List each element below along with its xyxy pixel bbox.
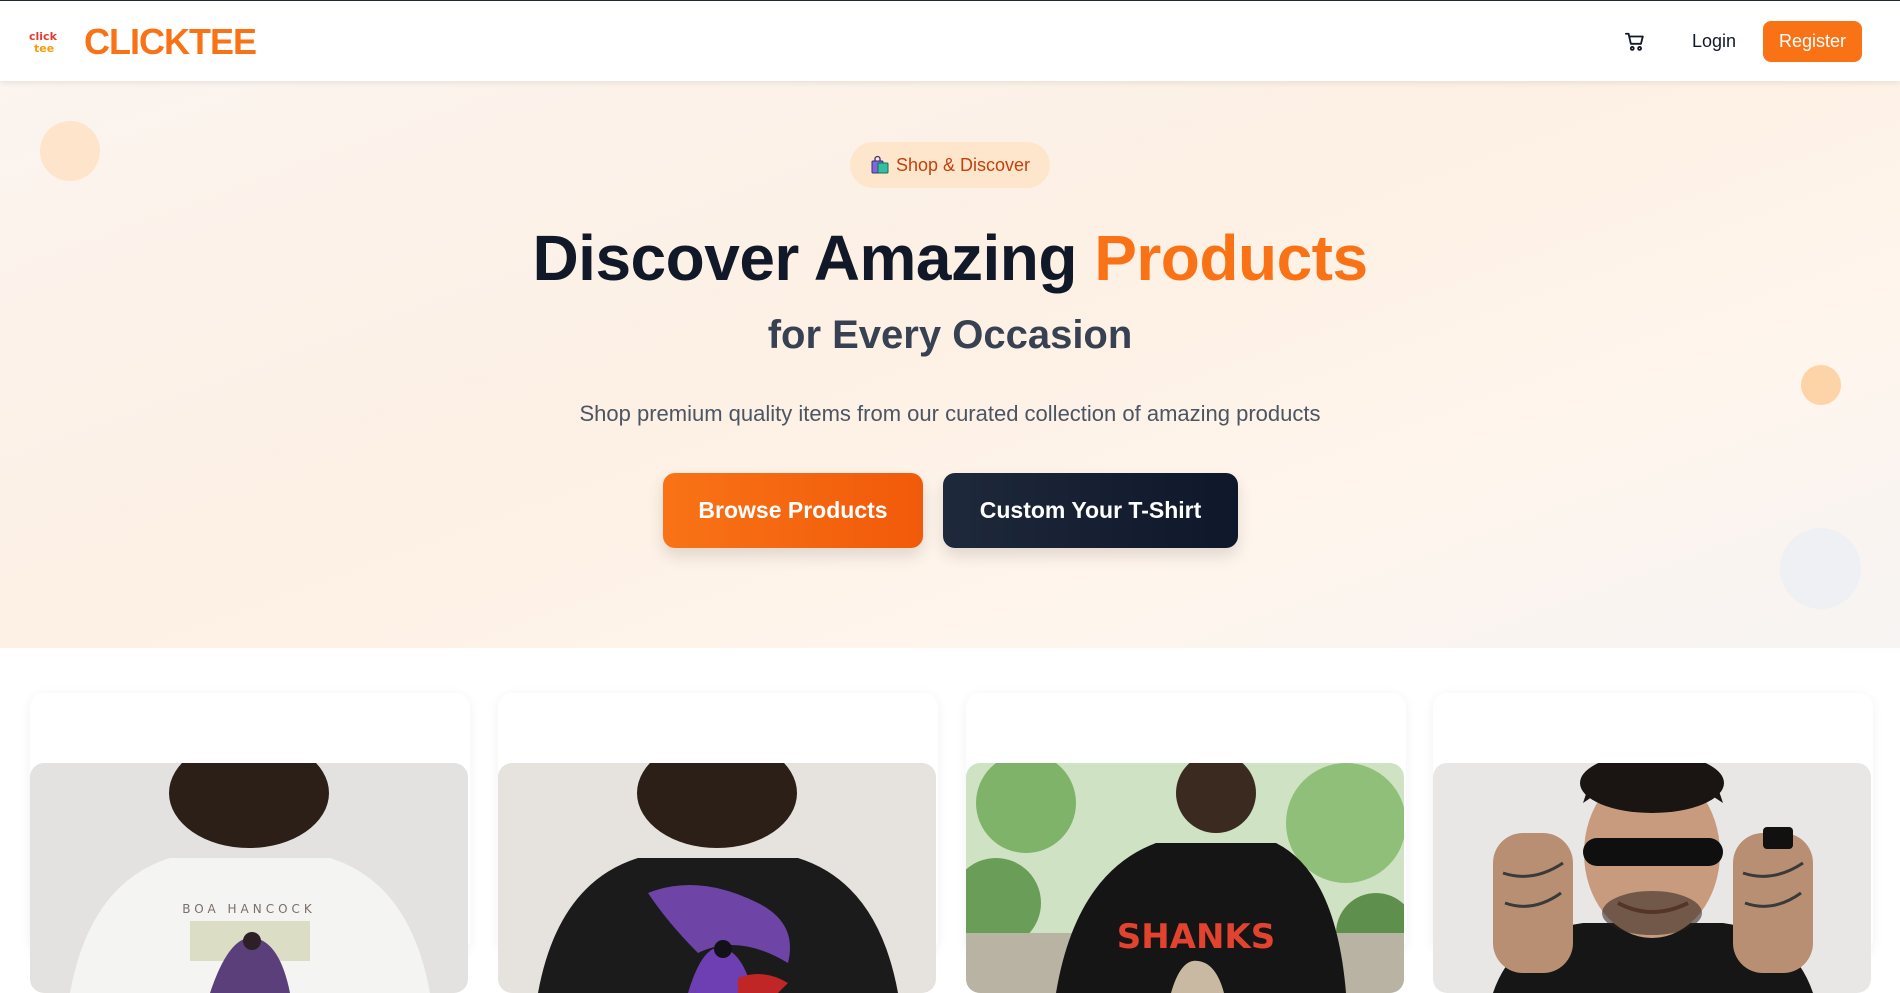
- hero-description: Shop premium quality items from our cura…: [579, 401, 1321, 426]
- print-text: SHANKS: [1117, 917, 1276, 957]
- login-link[interactable]: Login: [1692, 31, 1736, 52]
- hero-section: Shop & Discover Discover Amazing Product…: [0, 81, 1900, 648]
- product-image[interactable]: [498, 763, 936, 993]
- shop-discover-badge: Shop & Discover: [850, 142, 1050, 188]
- decorative-circle: [1780, 528, 1861, 609]
- shopping-cart-icon[interactable]: [1622, 29, 1648, 55]
- headline-main: Discover Amazing: [532, 222, 1077, 294]
- headline-accent: Products: [1094, 222, 1368, 294]
- product-card[interactable]: SHANKS: [966, 693, 1406, 993]
- product-image[interactable]: BOA HANCOCK: [30, 763, 468, 993]
- product-card[interactable]: BOA HANCOCK: [30, 693, 470, 993]
- hero-headline: Discover Amazing Products: [0, 221, 1900, 295]
- decorative-circle: [40, 121, 100, 181]
- print-text: BOA HANCOCK: [182, 902, 316, 916]
- product-image[interactable]: SHANKS: [966, 763, 1404, 993]
- product-image[interactable]: [1433, 763, 1871, 993]
- svg-text:tee: tee: [34, 42, 54, 55]
- badge-label: Shop & Discover: [895, 154, 1031, 175]
- decorative-circle: [1801, 365, 1841, 405]
- brand-name[interactable]: CLICKTEE: [84, 21, 257, 63]
- product-card[interactable]: [498, 693, 938, 993]
- shopping-bags-icon: [870, 155, 890, 175]
- custom-tshirt-button[interactable]: Custom Your T-Shirt: [943, 473, 1238, 548]
- browse-products-button[interactable]: Browse Products: [663, 473, 923, 548]
- hero-subheadline: for Every Occasion: [767, 313, 1133, 357]
- brand-logo[interactable]: click tee: [28, 28, 62, 56]
- register-button[interactable]: Register: [1763, 21, 1862, 62]
- product-grid: BOA HANCOCK SHANKS: [0, 648, 1900, 993]
- product-card[interactable]: [1433, 693, 1873, 993]
- navbar: click tee CLICKTEE Login Register: [0, 1, 1900, 81]
